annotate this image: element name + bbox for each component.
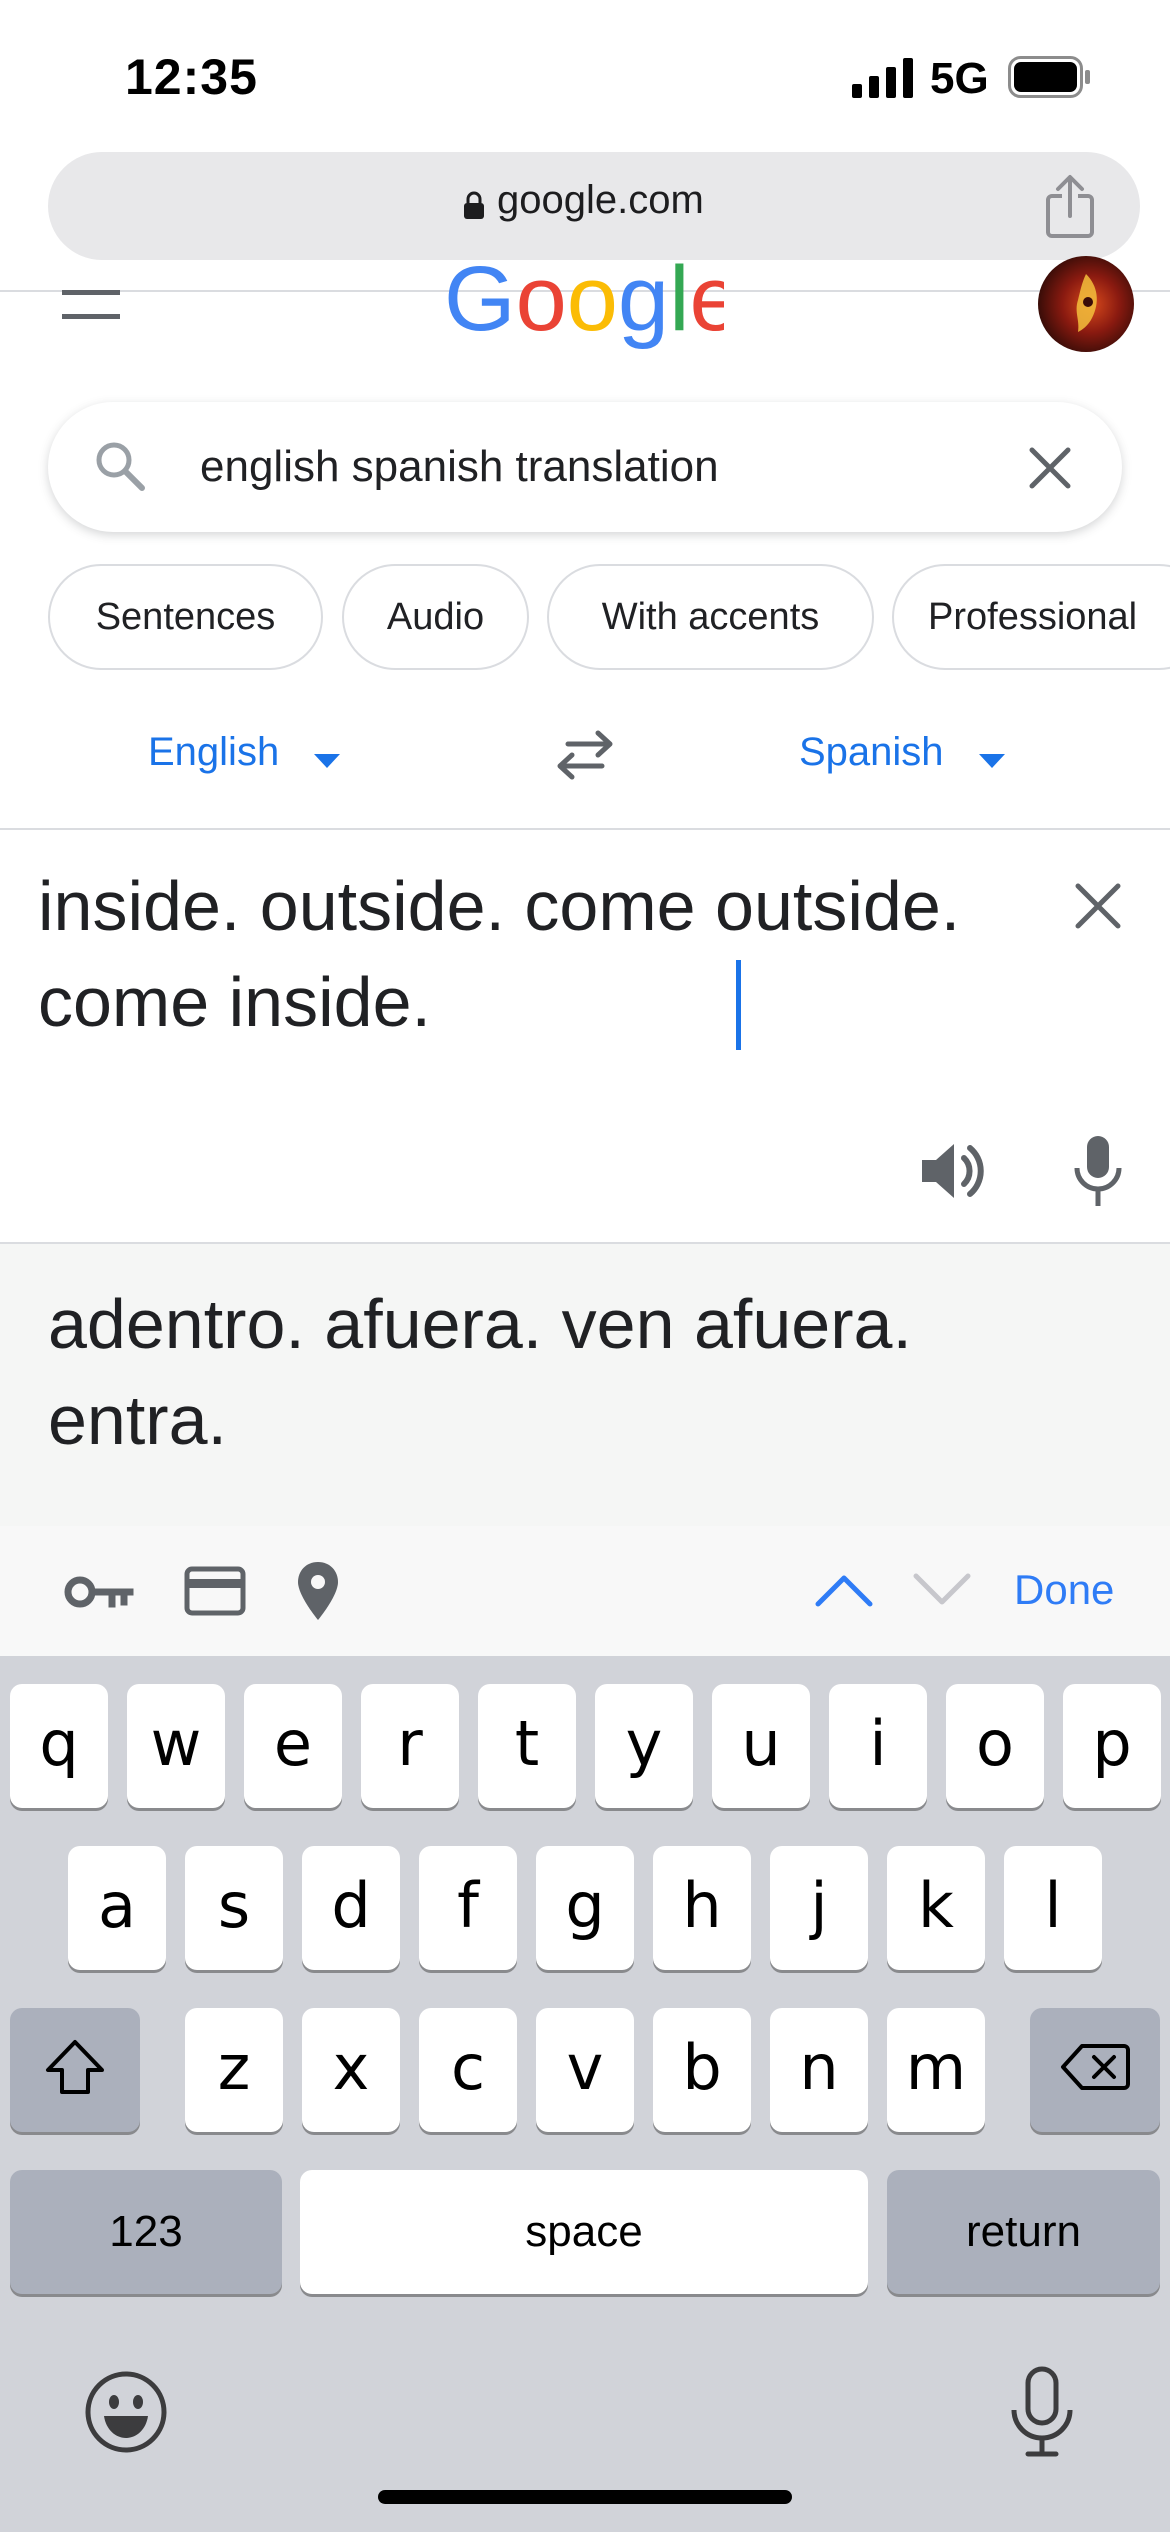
chevron-down-icon[interactable] (912, 1572, 972, 1608)
key-icon[interactable] (64, 1570, 134, 1614)
key-s[interactable]: s (185, 1846, 283, 1970)
key-y[interactable]: y (595, 1684, 693, 1808)
chip-professional[interactable]: Professional (892, 564, 1170, 670)
emoji-icon[interactable] (84, 2370, 168, 2454)
battery-icon (1008, 56, 1090, 98)
home-indicator[interactable] (378, 2490, 792, 2504)
key-e[interactable]: e (244, 1684, 342, 1808)
avatar-image-icon (1076, 274, 1097, 332)
url-text[interactable]: google.com (497, 178, 704, 223)
return-key[interactable]: return (887, 2170, 1160, 2294)
chip-sentences[interactable]: Sentences (48, 564, 323, 670)
text-cursor (736, 960, 741, 1050)
account-avatar[interactable] (1038, 256, 1134, 352)
key-l[interactable]: l (1004, 1846, 1102, 1970)
search-icon (96, 442, 145, 491)
dictation-icon[interactable] (1008, 2366, 1076, 2458)
key-x[interactable]: x (302, 2008, 400, 2132)
key-f[interactable]: f (419, 1846, 517, 1970)
shift-icon (46, 2040, 104, 2094)
key-q[interactable]: q (10, 1684, 108, 1808)
space-key[interactable]: space (300, 2170, 868, 2294)
chip-audio[interactable]: Audio (342, 564, 529, 670)
key-u[interactable]: u (712, 1684, 810, 1808)
source-text-input[interactable]: inside. outside. come outside. come insi… (38, 858, 998, 1050)
lock-icon (464, 191, 484, 219)
key-i[interactable]: i (829, 1684, 927, 1808)
network-label: 5G (930, 54, 989, 103)
key-j[interactable]: j (770, 1846, 868, 1970)
google-logo[interactable]: Google (444, 258, 724, 358)
credit-card-icon[interactable] (184, 1566, 246, 1616)
caret-down-icon[interactable] (977, 752, 1007, 770)
backspace-icon (1061, 2044, 1130, 2090)
share-icon[interactable] (1042, 174, 1098, 240)
key-g[interactable]: g (536, 1846, 634, 1970)
key-v[interactable]: v (536, 2008, 634, 2132)
source-language-selector[interactable]: English (148, 730, 279, 775)
caret-down-icon[interactable] (312, 752, 342, 770)
key-c[interactable]: c (419, 2008, 517, 2132)
key-b[interactable]: b (653, 2008, 751, 2132)
key-d[interactable]: d (302, 1846, 400, 1970)
status-time: 12:35 (125, 49, 258, 105)
chip-with-accents[interactable]: With accents (547, 564, 874, 670)
mic-icon[interactable] (1070, 1134, 1126, 1208)
key-p[interactable]: p (1063, 1684, 1161, 1808)
key-z[interactable]: z (185, 2008, 283, 2132)
keyboard-accessory-bar (0, 1526, 1170, 1656)
clear-search-icon[interactable] (1024, 442, 1076, 494)
numbers-key[interactable]: 123 (10, 2170, 282, 2294)
divider (0, 828, 1170, 830)
done-button[interactable]: Done (1014, 1566, 1114, 1614)
location-pin-icon[interactable] (296, 1560, 340, 1622)
key-a[interactable]: a (68, 1846, 166, 1970)
key-m[interactable]: m (887, 2008, 985, 2132)
search-input[interactable]: english spanish translation (200, 442, 719, 492)
svg-text:Google: Google (444, 258, 724, 350)
key-o[interactable]: o (946, 1684, 1044, 1808)
target-language-selector[interactable]: Spanish (799, 730, 944, 775)
shift-key[interactable] (10, 2008, 140, 2132)
signal-icon (852, 58, 913, 98)
key-n[interactable]: n (770, 2008, 868, 2132)
speaker-icon[interactable] (918, 1138, 988, 1204)
translation-output: adentro. afuera. ven afuera. entra. (48, 1285, 912, 1459)
key-h[interactable]: h (653, 1846, 751, 1970)
key-t[interactable]: t (478, 1684, 576, 1808)
swap-languages-icon[interactable] (554, 730, 616, 780)
menu-icon[interactable] (62, 290, 120, 322)
key-r[interactable]: r (361, 1684, 459, 1808)
clear-text-icon[interactable] (1070, 878, 1126, 934)
key-k[interactable]: k (887, 1846, 985, 1970)
backspace-key[interactable] (1030, 2008, 1160, 2132)
key-w[interactable]: w (127, 1684, 225, 1808)
chevron-up-icon[interactable] (814, 1572, 874, 1608)
